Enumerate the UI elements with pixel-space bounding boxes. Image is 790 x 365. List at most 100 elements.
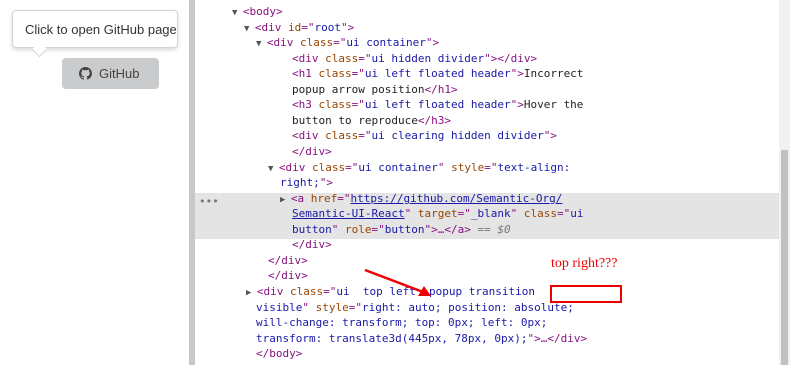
code-token: <div — [266, 36, 300, 49]
code-token: target — [417, 207, 458, 220]
code-token: class — [325, 52, 359, 65]
code-token: class — [325, 129, 359, 142]
dom-node-line[interactable]: <h1 class="ui left floated header">Incor… — [292, 66, 583, 82]
code-token: class — [318, 67, 352, 80]
code-token: =" — [358, 52, 372, 65]
code-token: <a — [290, 192, 311, 205]
github-button[interactable]: GitHub — [62, 58, 159, 89]
code-token: ui left floated header — [364, 67, 511, 80]
dom-node-line[interactable]: <h3 class="ui left floated header">Hover… — [292, 97, 583, 113]
code-token: id — [287, 21, 302, 34]
dom-node-line[interactable]: ▼ <body> — [232, 4, 283, 22]
code-token: =" — [351, 98, 365, 111]
code-token: " — [510, 207, 524, 220]
code-token: </h1> — [424, 83, 458, 96]
code-token: " — [404, 207, 418, 220]
code-token: class — [311, 161, 346, 174]
dom-node-line[interactable]: <div class="ui hidden divider"></div> — [292, 51, 537, 67]
scrollbar-thumb[interactable] — [781, 150, 788, 365]
node-menu-icon[interactable]: ••• — [199, 194, 219, 210]
dom-node-line[interactable]: Semantic-UI-React" target="_blank" class… — [292, 206, 583, 222]
rendered-page: Click to open GitHub page GitHub — [0, 0, 189, 365]
code-token: ui container — [358, 161, 438, 174]
dom-node-line[interactable]: </div> — [292, 237, 332, 253]
dom-node-line[interactable]: button to reproduce</h3> — [292, 113, 451, 129]
code-token: "> — [319, 176, 333, 189]
href-link[interactable]: Semantic-UI-React — [292, 207, 405, 220]
code-token: " — [437, 161, 452, 174]
code-token: button — [384, 223, 425, 236]
code-token: visible — [256, 301, 303, 314]
dom-node-line[interactable]: will-change: transform; top: 0px; left: … — [256, 315, 547, 331]
code-token: class — [299, 36, 334, 49]
code-token: transform: translate3d(445px, 78px, 0px)… — [256, 332, 528, 345]
code-token: popup arrow position — [292, 83, 425, 96]
dom-node-line[interactable]: button" role="button">…</a> == $0 — [292, 222, 511, 238]
expand-down-icon[interactable]: ▼ — [232, 8, 243, 18]
dom-node-line[interactable]: right;"> — [280, 175, 333, 191]
code-token: "> — [543, 129, 557, 142]
code-token: =" — [345, 161, 359, 174]
code-token: </div> — [292, 238, 332, 251]
code-token: </body> — [256, 347, 303, 360]
expand-right-icon[interactable]: ▶ — [280, 195, 291, 205]
annotation-text: top right??? — [551, 256, 618, 271]
code-token: style — [451, 161, 485, 174]
code-token: ui — [570, 207, 584, 220]
code-token: right; — [280, 176, 320, 189]
code-token: =" — [457, 207, 471, 220]
code-token: </div> — [292, 145, 332, 158]
dom-node-line[interactable]: ▼ <div class="ui container"> — [256, 35, 439, 53]
code-token: _blank — [470, 207, 511, 220]
code-token: "> — [510, 98, 524, 111]
code-token: right: auto; position: absolute; — [361, 301, 574, 314]
code-token: href — [310, 192, 338, 205]
popup-text: Click to open GitHub page — [25, 22, 177, 37]
expand-down-icon[interactable]: ▼ — [256, 39, 267, 49]
code-token: =" — [371, 223, 385, 236]
code-token: ">…</a> — [424, 223, 471, 236]
dom-node-line[interactable]: transform: translate3d(445px, 78px, 0px)… — [256, 331, 587, 347]
code-token: button — [292, 223, 332, 236]
dom-node-line[interactable]: </div> — [268, 253, 308, 269]
code-token: "> — [340, 21, 355, 34]
code-token: <h3 — [292, 98, 319, 111]
popup-tooltip: Click to open GitHub page — [12, 10, 178, 48]
code-token: class — [318, 98, 352, 111]
code-token: =" — [323, 285, 337, 298]
href-link[interactable]: https://github.com/Semantic-Org/ — [350, 192, 562, 205]
expand-down-icon[interactable]: ▼ — [268, 164, 279, 174]
code-token: will-change: transform; top: 0px; left: … — [256, 316, 548, 329]
code-token: class — [289, 285, 324, 298]
code-token: <div — [292, 52, 326, 65]
dom-node-line[interactable]: popup arrow position</h1> — [292, 82, 458, 98]
expand-down-icon[interactable]: ▼ — [244, 24, 255, 34]
expand-right-icon[interactable]: ▶ — [246, 288, 257, 298]
code-token: </div> — [268, 269, 308, 282]
code-token: =" — [301, 21, 315, 34]
code-token: =" — [556, 207, 571, 220]
code-token: "></div> — [484, 52, 538, 65]
github-button-label: GitHub — [99, 66, 140, 81]
code-token: =" — [337, 192, 351, 205]
scrollbar[interactable] — [779, 0, 790, 365]
code-token: ui container — [346, 36, 426, 49]
dom-node-line[interactable]: </div> — [292, 144, 332, 160]
dom-node-line[interactable]: <div class="ui clearing hidden divider"> — [292, 128, 557, 144]
code-token: " — [302, 301, 316, 314]
code-token: <div — [254, 21, 288, 34]
code-token: </h3> — [417, 114, 451, 127]
code-token: ui clearing hidden divider — [371, 129, 544, 142]
code-token: button to reproduce — [292, 114, 418, 127]
code-token: </div> — [268, 254, 308, 267]
code-token: text-align: — [497, 161, 571, 174]
elements-panel: ••• ▼ <body> ▼ <div id="root"> ▼ <div clas… — [195, 0, 779, 365]
red-arrow-icon — [364, 268, 431, 296]
dom-node-line[interactable]: </div> — [268, 268, 308, 284]
dom-node-line[interactable]: </body> — [256, 346, 302, 362]
code-token: =" — [358, 129, 372, 142]
code-token: Incorrect — [523, 67, 584, 80]
code-token: <div — [256, 285, 290, 298]
code-token: class — [523, 207, 557, 220]
dom-node-line[interactable]: visible" style="right: auto; position: a… — [256, 300, 574, 316]
